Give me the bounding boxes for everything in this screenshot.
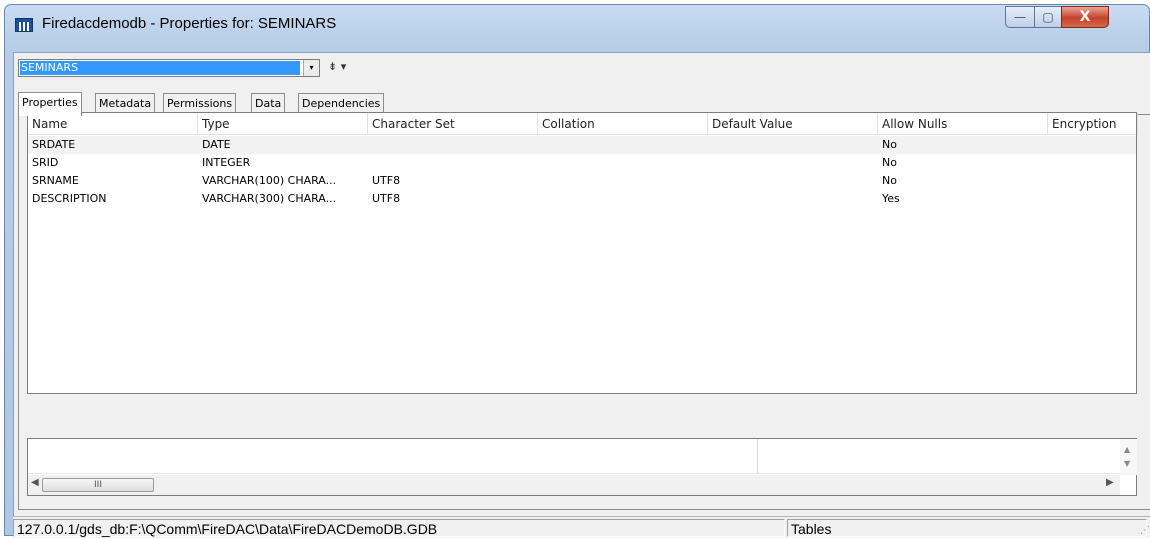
- cell-type: DATE: [202, 138, 231, 151]
- cell-type: VARCHAR(100) CHARA...: [202, 174, 337, 187]
- cell-name: SRID: [32, 156, 59, 169]
- cell-charset: UTF8: [372, 192, 401, 205]
- close-button[interactable]: X: [1061, 6, 1109, 28]
- tab-properties[interactable]: Properties: [18, 92, 82, 116]
- cell-name: SRNAME: [32, 174, 79, 187]
- maximize-button[interactable]: ▢: [1034, 6, 1062, 28]
- table-row[interactable]: SRID INTEGER No: [28, 154, 1136, 172]
- vertical-scrollbar[interactable]: ▲ ▼: [1120, 439, 1137, 475]
- cell-type: INTEGER: [202, 156, 251, 169]
- column-header-nulls[interactable]: Allow Nulls: [878, 113, 1048, 135]
- cell-charset: [368, 136, 538, 154]
- scroll-right-icon[interactable]: ▶: [1106, 477, 1114, 488]
- properties-window: Firedacdemodb - Properties for: SEMINARS…: [4, 4, 1150, 538]
- cell-nulls: Yes: [882, 192, 900, 205]
- cell-charset: UTF8: [372, 174, 401, 187]
- column-header-type[interactable]: Type: [198, 113, 368, 135]
- detail-pane[interactable]: ▲ ▼ ◀ III ▶: [27, 438, 1137, 496]
- cell-nulls: No: [882, 174, 897, 187]
- chevron-down-icon[interactable]: ▾: [303, 60, 319, 76]
- horizontal-scrollbar[interactable]: ◀ III ▶: [28, 475, 1120, 495]
- columns-grid[interactable]: Name Type Character Set Collation Defaul…: [27, 112, 1138, 394]
- scroll-up-icon[interactable]: ▲: [1124, 445, 1130, 454]
- tree-menu-icon[interactable]: ⇟ ▾: [328, 60, 362, 76]
- detail-separator: [28, 473, 1136, 474]
- column-header-charset[interactable]: Character Set: [368, 113, 538, 135]
- minimize-button[interactable]: —: [1005, 6, 1035, 28]
- window-title: Firedacdemodb - Properties for: SEMINARS: [42, 15, 337, 32]
- resize-grip-icon[interactable]: ⋰: [1140, 525, 1150, 536]
- table-row[interactable]: DESCRIPTION VARCHAR(300) CHARA... UTF8 Y…: [28, 190, 1136, 208]
- database-app-icon: [15, 18, 33, 32]
- cell-type: VARCHAR(300) CHARA...: [202, 192, 337, 205]
- scroll-down-icon[interactable]: ▼: [1124, 459, 1130, 468]
- object-selector-combo[interactable]: SEMINARS ▾: [18, 59, 320, 77]
- column-header-encryption[interactable]: Encryption: [1048, 113, 1138, 135]
- scroll-left-icon[interactable]: ◀: [31, 477, 39, 488]
- column-header-default[interactable]: Default Value: [708, 113, 878, 135]
- object-selector-value: SEMINARS: [20, 61, 300, 75]
- status-connection-path: 127.0.0.1/gds_db:F:\QComm\FireDAC\Data\F…: [13, 519, 785, 537]
- cell-nulls: No: [882, 156, 897, 169]
- table-row[interactable]: SRNAME VARCHAR(100) CHARA... UTF8 No: [28, 172, 1136, 190]
- grid-header: Name Type Character Set Collation Defaul…: [28, 113, 1138, 135]
- scrollbar-thumb[interactable]: III: [42, 478, 154, 492]
- status-context: Tables: [787, 519, 1147, 537]
- table-row[interactable]: SRDATE DATE No: [28, 136, 1136, 154]
- status-bar: 127.0.0.1/gds_db:F:\QComm\FireDAC\Data\F…: [13, 516, 1150, 538]
- cell-charset: [368, 154, 538, 172]
- column-header-collation[interactable]: Collation: [538, 113, 708, 135]
- cell-nulls: No: [882, 138, 897, 151]
- title-bar[interactable]: Firedacdemodb - Properties for: SEMINARS…: [5, 5, 1149, 41]
- cell-name: DESCRIPTION: [32, 192, 107, 205]
- column-header-name[interactable]: Name: [28, 113, 198, 135]
- cell-name: SRDATE: [32, 138, 76, 151]
- detail-divider: [757, 439, 758, 473]
